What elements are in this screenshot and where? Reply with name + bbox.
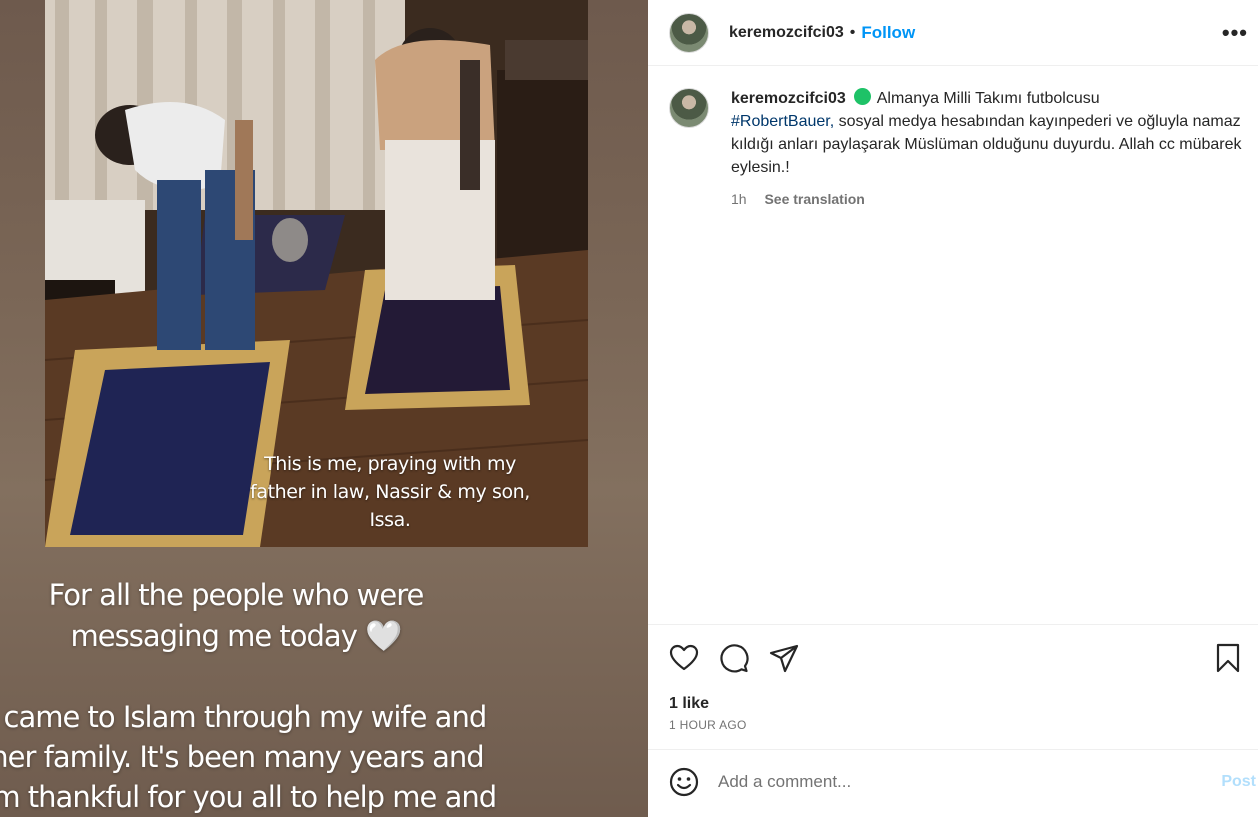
follow-button[interactable]: Follow: [861, 23, 915, 43]
post-header: keremozcifci03 • Follow •••: [648, 0, 1258, 66]
divider: [648, 624, 1258, 625]
photo-caption-overlay: This is me, praying with my father in la…: [250, 453, 530, 531]
share-icon[interactable]: [768, 642, 800, 674]
white-heart-icon: 🤍: [365, 619, 402, 654]
caption-text: keremozcifci03 Almanya Milli Takımı futbo…: [731, 87, 1244, 179]
story-text-body: I came to Islam through my wife and her …: [0, 697, 561, 817]
more-options-icon[interactable]: •••: [1222, 20, 1248, 46]
post-caption: keremozcifci03 Almanya Milli Takımı futbo…: [669, 87, 1244, 211]
separator-dot: •: [849, 23, 856, 41]
caption-age[interactable]: 1h: [731, 191, 747, 207]
emoji-icon[interactable]: [668, 766, 700, 798]
post-side-panel: keremozcifci03 • Follow ••• keremozcifci…: [648, 0, 1258, 817]
comment-bar: Post: [668, 764, 1258, 800]
see-translation-button[interactable]: See translation: [764, 191, 864, 207]
hashtag-link[interactable]: #RobertBauer,: [731, 113, 834, 130]
story-line: messaging me today 🤍: [0, 616, 560, 657]
story-line: For all the people who were: [48, 578, 425, 612]
heart-icon[interactable]: [668, 642, 700, 674]
comment-icon[interactable]: [718, 642, 750, 674]
caption-username[interactable]: keremozcifci03: [731, 90, 846, 107]
green-circle-icon: [853, 88, 871, 105]
caption-text-part: Almanya Milli Takımı futbolcusu: [876, 90, 1100, 107]
story-line: I'm thankful for you all to help me and: [0, 780, 497, 814]
caption-meta: 1h See translation: [731, 188, 1244, 211]
post-comment-button[interactable]: Post: [1221, 773, 1256, 791]
post-media[interactable]: This is me, praying with my father in la…: [0, 0, 648, 817]
story-line: I came to Islam through my wife and: [0, 700, 487, 734]
likes-count[interactable]: 1 like: [669, 695, 709, 713]
divider: [648, 749, 1258, 750]
post-actions: [668, 641, 1244, 675]
story-text-intro: For all the people who were messaging me…: [0, 575, 560, 657]
caption-avatar[interactable]: [669, 88, 709, 128]
author-avatar[interactable]: [669, 12, 709, 53]
author-username[interactable]: keremozcifci03: [729, 24, 844, 42]
story-line: her family. It's been many years and: [0, 740, 485, 774]
caption-body: keremozcifci03 Almanya Milli Takımı futbo…: [731, 87, 1244, 211]
comment-input[interactable]: [718, 772, 1222, 792]
post-timestamp[interactable]: 1 HOUR AGO: [669, 718, 747, 732]
bookmark-icon[interactable]: [1212, 642, 1244, 674]
